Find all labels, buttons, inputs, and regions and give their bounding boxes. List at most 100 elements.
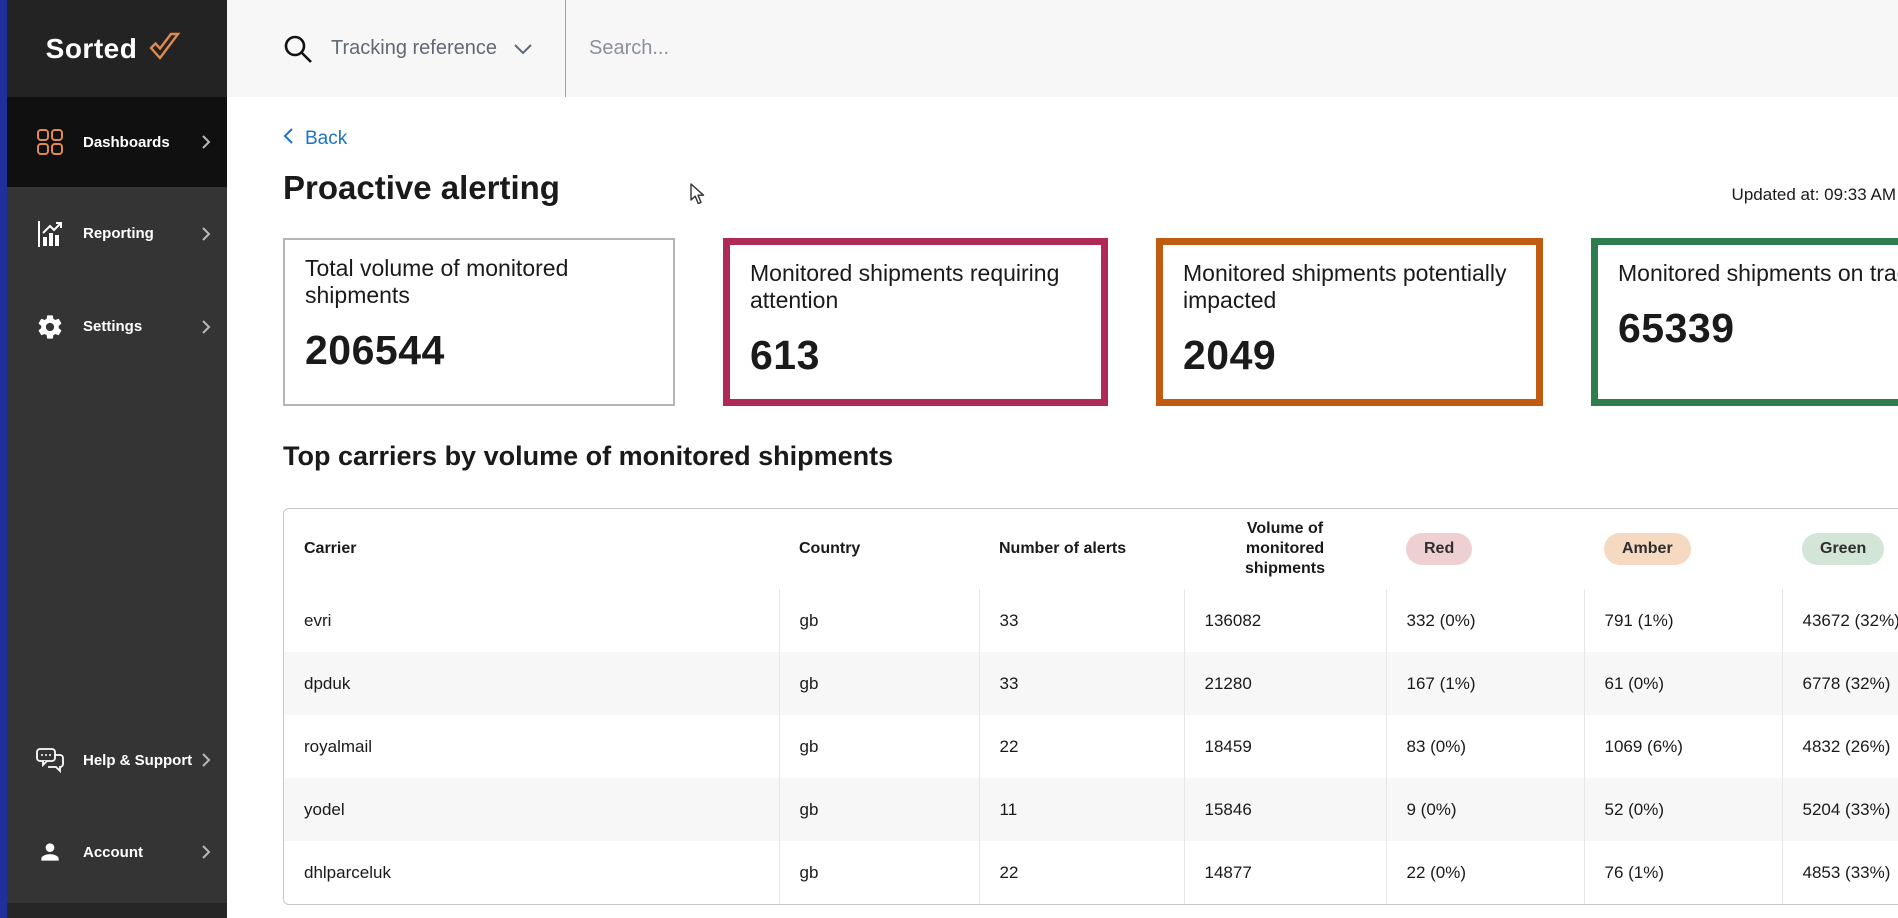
table-row[interactable]: royalmail gb 22 18459 83 (0%) 1069 (6%) … <box>284 715 1898 778</box>
table-row[interactable]: dpduk gb 33 21280 167 (1%) 61 (0%) 6778 … <box>284 652 1898 715</box>
table-section-title: Top carriers by volume of monitored ship… <box>283 441 893 472</box>
sidebar-item-label: Account <box>83 844 143 861</box>
cell-amber: 791 (1%) <box>1584 589 1782 652</box>
sidebar-bottom-strip <box>0 903 227 918</box>
cell-green: 6778 (32%) <box>1782 652 1898 715</box>
page-title: Proactive alerting <box>283 169 560 207</box>
kpi-value: 206544 <box>305 327 653 374</box>
gear-icon <box>34 313 66 341</box>
cell-country: gb <box>779 841 979 904</box>
cell-amber: 52 (0%) <box>1584 778 1782 841</box>
cell-carrier: dpduk <box>284 652 779 715</box>
back-label: Back <box>305 128 347 150</box>
cell-country: gb <box>779 715 979 778</box>
sidebar-item-label: Dashboards <box>83 134 170 151</box>
top-search-bar: Tracking reference <box>227 0 1898 97</box>
kpi-cards: Total volume of monitored shipments 2065… <box>283 238 1898 406</box>
back-button[interactable]: Back <box>283 127 347 151</box>
cell-amber: 1069 (6%) <box>1584 715 1782 778</box>
column-header-red[interactable]: Red <box>1386 509 1584 589</box>
kpi-card-total-volume: Total volume of monitored shipments 2065… <box>283 238 675 406</box>
sidebar-item-dashboards[interactable]: Dashboards <box>0 97 227 187</box>
kpi-label: Monitored shipments on track <box>1618 260 1898 287</box>
cell-country: gb <box>779 652 979 715</box>
chart-icon <box>34 219 66 249</box>
table-row[interactable]: evri gb 33 136082 332 (0%) 791 (1%) 4367… <box>284 589 1898 652</box>
chat-icon <box>34 747 66 773</box>
cell-red: 22 (0%) <box>1386 841 1584 904</box>
grid-icon <box>34 128 66 156</box>
cell-carrier: dhlparceluk <box>284 841 779 904</box>
cell-carrier: evri <box>284 589 779 652</box>
cell-green: 43672 (32%) <box>1782 589 1898 652</box>
search-input[interactable] <box>589 0 1789 97</box>
mouse-cursor <box>690 183 707 210</box>
chevron-left-icon <box>283 127 294 151</box>
kpi-label: Monitored shipments potentially impacted <box>1183 260 1513 314</box>
chevron-down-icon[interactable] <box>513 43 533 55</box>
column-header-volume[interactable]: Volume of monitored shipments <box>1184 509 1386 589</box>
sidebar-item-label: Reporting <box>83 225 154 242</box>
amber-status-badge: Amber <box>1604 533 1691 565</box>
window-edge-strip <box>0 0 7 918</box>
green-status-badge: Green <box>1802 533 1884 565</box>
red-status-badge: Red <box>1406 533 1472 565</box>
cell-red: 332 (0%) <box>1386 589 1584 652</box>
cell-amber: 61 (0%) <box>1584 652 1782 715</box>
cell-volume: 21280 <box>1184 652 1386 715</box>
kpi-label: Monitored shipments requiring attention <box>750 260 1080 314</box>
brand-logo[interactable]: Sorted <box>0 0 227 97</box>
cell-green: 4832 (26%) <box>1782 715 1898 778</box>
table-row[interactable]: dhlparceluk gb 22 14877 22 (0%) 76 (1%) … <box>284 841 1898 904</box>
cell-alerts: 33 <box>979 652 1184 715</box>
cell-red: 9 (0%) <box>1386 778 1584 841</box>
sidebar-item-account[interactable]: Account <box>0 806 227 898</box>
cell-red: 83 (0%) <box>1386 715 1584 778</box>
cell-red: 167 (1%) <box>1386 652 1584 715</box>
sidebar-item-settings[interactable]: Settings <box>0 280 227 373</box>
search-category-dropdown[interactable]: Tracking reference <box>331 37 497 60</box>
chevron-right-icon <box>201 226 211 242</box>
column-header-alerts[interactable]: Number of alerts <box>979 509 1184 589</box>
cell-volume: 136082 <box>1184 589 1386 652</box>
cell-volume: 18459 <box>1184 715 1386 778</box>
search-divider <box>565 0 566 97</box>
cell-green: 4853 (33%) <box>1782 841 1898 904</box>
kpi-card-on-track: Monitored shipments on track 65339 <box>1591 238 1898 406</box>
sidebar: Sorted Dashboards <box>0 0 227 918</box>
cell-volume: 14877 <box>1184 841 1386 904</box>
kpi-value: 2049 <box>1183 332 1516 379</box>
chevron-right-icon <box>201 319 211 335</box>
kpi-card-potentially-impacted: Monitored shipments potentially impacted… <box>1156 238 1543 406</box>
cell-amber: 76 (1%) <box>1584 841 1782 904</box>
kpi-label: Total volume of monitored shipments <box>305 255 635 309</box>
cell-alerts: 22 <box>979 841 1184 904</box>
table-header-row: Carrier Country Number of alerts Volume … <box>284 509 1898 589</box>
checkmark-logo-icon <box>147 31 181 66</box>
cell-alerts: 33 <box>979 589 1184 652</box>
cell-carrier: royalmail <box>284 715 779 778</box>
sidebar-item-reporting[interactable]: Reporting <box>0 187 227 280</box>
sidebar-item-help-support[interactable]: Help & Support <box>0 714 227 806</box>
column-header-green[interactable]: Green <box>1782 509 1898 589</box>
column-header-carrier[interactable]: Carrier <box>284 509 779 589</box>
chevron-right-icon <box>201 844 211 860</box>
column-header-country[interactable]: Country <box>779 509 979 589</box>
cell-country: gb <box>779 589 979 652</box>
search-icon <box>283 34 313 64</box>
cell-country: gb <box>779 778 979 841</box>
chevron-right-icon <box>201 134 211 150</box>
sidebar-item-label: Help & Support <box>83 752 192 769</box>
cell-volume: 15846 <box>1184 778 1386 841</box>
cell-green: 5204 (33%) <box>1782 778 1898 841</box>
kpi-card-requiring-attention: Monitored shipments requiring attention … <box>723 238 1108 406</box>
kpi-value: 65339 <box>1618 305 1898 352</box>
column-header-amber[interactable]: Amber <box>1584 509 1782 589</box>
cell-alerts: 11 <box>979 778 1184 841</box>
brand-name: Sorted <box>46 33 138 65</box>
kpi-value: 613 <box>750 332 1081 379</box>
carriers-table: Carrier Country Number of alerts Volume … <box>283 508 1898 905</box>
table-row[interactable]: yodel gb 11 15846 9 (0%) 52 (0%) 5204 (3… <box>284 778 1898 841</box>
updated-at-timestamp: Updated at: 09:33 AM <box>1732 185 1896 205</box>
main-content: Back Proactive alerting Updated at: 09:3… <box>227 97 1898 918</box>
